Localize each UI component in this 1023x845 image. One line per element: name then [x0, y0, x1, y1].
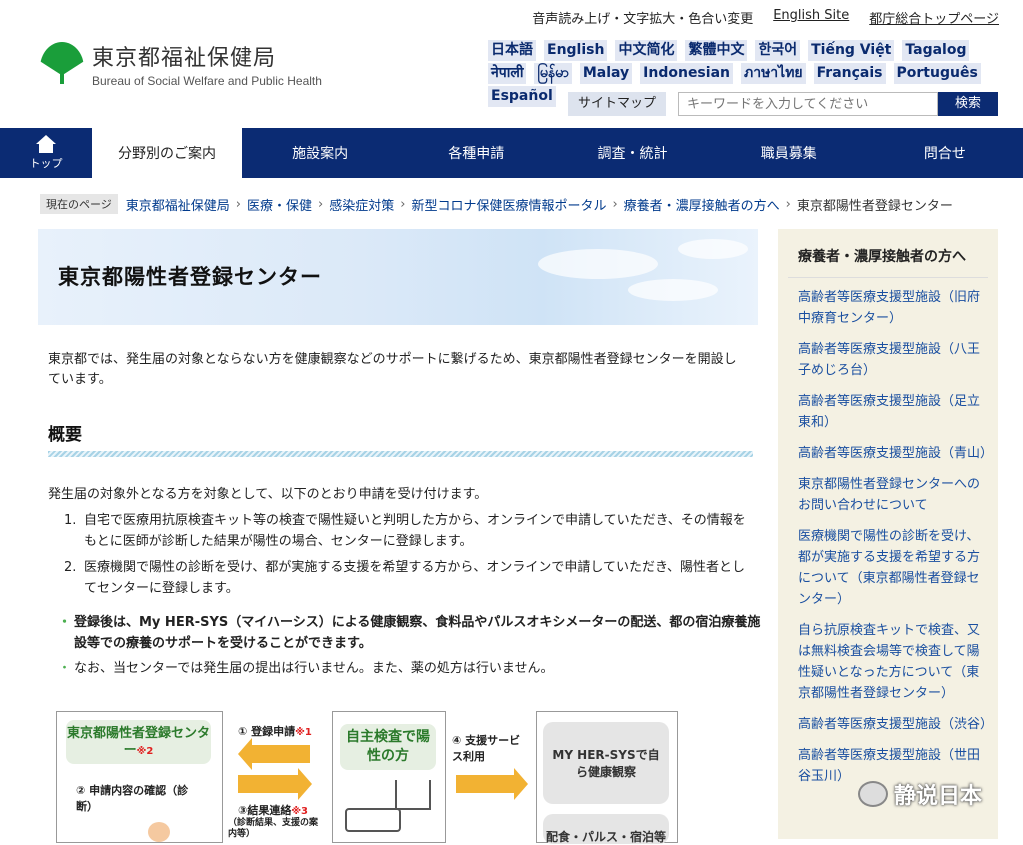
diagram-self-title: 自主検査で陽性の方: [340, 724, 436, 770]
sidebar-link[interactable]: 東京都陽性者登録センターへのお問い合わせについて: [798, 474, 988, 516]
breadcrumb-item[interactable]: 感染症対策: [329, 195, 394, 214]
sidebar-links: 高齢者等医療支援型施設（旧府中療育センター） 高齢者等医療支援型施設（八王子めじ…: [798, 287, 993, 797]
lang-portuguese[interactable]: Português: [893, 63, 981, 84]
diagram-service1: MY HER-SYSで自ら健康観察: [543, 722, 669, 804]
lang-chinese-traditional[interactable]: 繁體中文: [685, 40, 748, 61]
accessibility-link[interactable]: 音声読み上げ・文字拡大・色合い変更: [532, 8, 753, 27]
lang-french[interactable]: Français: [813, 63, 886, 84]
section-title: 概要: [48, 425, 82, 445]
arrow-left-icon: [238, 738, 310, 770]
lang-indonesian[interactable]: Indonesian: [640, 63, 733, 84]
sidebar-link[interactable]: 高齢者等医療支援型施設（八王子めじろ台）: [798, 339, 988, 381]
nav-item-statistics[interactable]: 調査・統計: [554, 128, 710, 178]
breadcrumb-sep-icon: ›: [785, 196, 791, 212]
diagram-confirm-label: ② 申請内容の確認（診断）: [76, 784, 189, 813]
breadcrumb-sep-icon: ›: [235, 196, 241, 212]
utility-links: 音声読み上げ・文字拡大・色合い変更 English Site 都庁総合トップペー…: [532, 8, 999, 27]
breadcrumb-sep-icon: ›: [318, 196, 324, 212]
lang-thai[interactable]: ภาษาไทย: [740, 63, 806, 84]
nav-home[interactable]: トップ: [0, 128, 92, 178]
lang-english[interactable]: English: [544, 40, 608, 61]
logo-title-ja: 東京都福祉保健局: [92, 46, 277, 71]
english-site-link[interactable]: English Site: [773, 8, 849, 27]
section-divider: [48, 451, 753, 457]
lang-vietnamese[interactable]: Tiếng Việt: [808, 40, 895, 61]
list-item-text: 医療機関で陽性の診断を受け、都が実施する支援を希望する方から、オンラインで申請し…: [84, 560, 746, 596]
search-button[interactable]: 検索: [938, 92, 998, 116]
page-title: 東京都陽性者登録センター: [58, 265, 322, 289]
nav-home-label: トップ: [29, 157, 63, 170]
ginkgo-logo-icon: [40, 42, 84, 86]
diagram-step1-label: ① 登録申請※1: [238, 725, 312, 738]
doctor-icon: [148, 822, 170, 842]
sidebar-link[interactable]: 高齢者等医療支援型施設（渋谷）: [798, 714, 993, 735]
section-lead: 発生届の対象外となる方を対象として、以下のとおり申請を受け付けます。: [48, 487, 488, 502]
diagram-step3-sub: （診断結果、支援の案内等）: [228, 818, 319, 839]
lang-korean[interactable]: 한국어: [755, 40, 801, 61]
support-note: 登録後は、My HER-SYS（マイハーシス）による健康観察、食料品やパルスオキ…: [58, 612, 764, 654]
breadcrumb-sep-icon: ›: [400, 196, 406, 212]
lang-burmese[interactable]: မြန်မာ: [534, 63, 572, 84]
sidebar-divider: [788, 277, 988, 278]
watermark-text: 静说日本: [894, 784, 983, 809]
sidebar-link[interactable]: 医療機関で陽性の診断を受け、都が実施する支援を希望する方について（東京都陽性者登…: [798, 526, 988, 610]
lang-spanish[interactable]: Español: [488, 86, 556, 107]
site-logo[interactable]: 東京都福祉保健局 Bureau of Social Welfare and Pu…: [40, 40, 322, 88]
breadcrumb: 現在のページ 東京都福祉保健局 › 医療・保健 › 感染症対策 › 新型コロナ保健医療…: [40, 194, 953, 214]
sidebar-link[interactable]: 高齢者等医療支援型施設（足立東和）: [798, 391, 988, 433]
test-kit-icon: [345, 808, 401, 832]
arrow-right-icon: [238, 768, 312, 800]
nav-item-fields[interactable]: 分野別のご案内: [92, 128, 242, 178]
nav-item-contact[interactable]: 問合せ: [867, 128, 1023, 178]
arrow-right-icon: [456, 768, 528, 800]
list-item-number: 1.: [64, 513, 77, 528]
lang-japanese[interactable]: 日本語: [488, 40, 536, 61]
watermark: 静说日本: [858, 778, 982, 810]
steps-list: 1. 自宅で医療用抗原検査キット等の検査で陽性疑いと判明した方から、オンラインで…: [64, 510, 754, 604]
nav-item-recruitment[interactable]: 職員募集: [711, 128, 867, 178]
lang-malay[interactable]: Malay: [579, 63, 633, 84]
sidebar-link[interactable]: 高齢者等医療支援型施設（青山）: [798, 443, 993, 464]
diagram-step4-label: ④ 支援サービス利用: [452, 734, 521, 763]
diagram-service2: 配食・パルス・宿泊等: [543, 814, 669, 844]
diagram-center-title: 東京都陽性者登録センター※2: [66, 720, 211, 764]
sidebar-link[interactable]: 高齢者等医療支援型施設（旧府中療育センター）: [798, 287, 988, 329]
lang-nepali[interactable]: नेपाली: [488, 63, 527, 84]
lang-chinese-simplified[interactable]: 中文简化: [615, 40, 678, 61]
list-item-text: 自宅で医療用抗原検査キット等の検査で陽性疑いと判明した方から、オンラインで申請し…: [84, 513, 746, 549]
breadcrumb-item[interactable]: 医療・保健: [247, 195, 312, 214]
metro-top-link[interactable]: 都庁総合トップページ: [869, 8, 999, 27]
sidebar: 療養者・濃厚接触者の方へ 高齢者等医療支援型施設（旧府中療育センター） 高齢者等…: [778, 229, 998, 839]
global-nav: トップ 分野別のご案内 施設案内 各種申請 調査・統計 職員募集 問合せ: [0, 128, 1023, 178]
breadcrumb-item[interactable]: 療養者・濃厚接触者の方へ: [624, 195, 780, 214]
diagram-step3-label: ③結果連絡※3: [238, 804, 309, 817]
sidebar-link[interactable]: 自ら抗原検査キットで検査、又は無料検査会場等で検査して陽性疑いとなった方について…: [798, 620, 988, 704]
disclaimer-note: なお、当センターでは発生届の提出は行いません。また、薬の処方は行いません。: [58, 658, 764, 679]
list-item: 2. 医療機関で陽性の診断を受け、都が実施する支援を希望する方から、オンラインで…: [64, 557, 754, 599]
breadcrumb-item[interactable]: 新型コロナ保健医療情報ポータル: [411, 195, 606, 214]
lang-tagalog[interactable]: Tagalog: [902, 40, 970, 61]
breadcrumb-here-label: 現在のページ: [40, 194, 118, 214]
sitemap-button[interactable]: サイトマップ: [568, 92, 666, 116]
intro-text: 東京都では、発生届の対象とならない方を健康観察などのサポートに繋げるため、東京都…: [48, 352, 737, 387]
home-icon: [36, 135, 56, 153]
breadcrumb-sep-icon: ›: [612, 196, 618, 212]
list-item-number: 2.: [64, 560, 77, 575]
list-item: 1. 自宅で医療用抗原検査キット等の検査で陽性疑いと判明した方から、オンラインで…: [64, 510, 754, 552]
nav-item-applications[interactable]: 各種申請: [398, 128, 554, 178]
page-title-banner: 東京都陽性者登録センター: [38, 229, 758, 325]
logo-title-en: Bureau of Social Welfare and Public Heal…: [92, 74, 322, 88]
nav-item-facilities[interactable]: 施設案内: [242, 128, 398, 178]
home-test-icon: [395, 780, 431, 810]
chat-icon: [858, 781, 888, 807]
breadcrumb-current: 東京都陽性者登録センター: [796, 198, 953, 214]
sidebar-title: 療養者・濃厚接触者の方へ: [798, 249, 966, 265]
search-input[interactable]: [678, 92, 938, 116]
breadcrumb-item[interactable]: 東京都福祉保健局: [126, 195, 230, 214]
